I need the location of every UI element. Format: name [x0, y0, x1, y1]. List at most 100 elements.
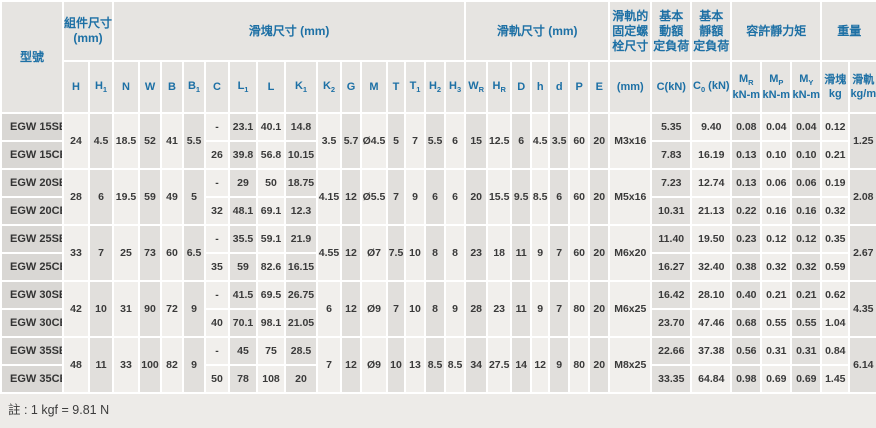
- cell-block_kg: 0.62: [821, 281, 849, 309]
- cell-d: 3.5: [549, 113, 569, 169]
- cell-L: 75: [257, 337, 285, 365]
- cell-P: 60: [569, 113, 589, 169]
- cell-MR: 0.13: [731, 169, 761, 197]
- cell-MY: 0.69: [791, 365, 821, 393]
- cell-W: 90: [139, 281, 161, 337]
- cell-H2: 8: [425, 281, 445, 337]
- table-row: EGW 15SB244.518.552415.5-23.140.114.83.5…: [1, 113, 876, 141]
- cell-MP: 0.06: [761, 169, 791, 197]
- cell-L: 69.5: [257, 281, 285, 309]
- model-cell: EGW 30CB: [1, 309, 63, 337]
- cell-MR: 0.68: [731, 309, 761, 337]
- cell-Cdyn: 23.70: [651, 309, 691, 337]
- cell-C: -: [205, 169, 229, 197]
- col-group-0: 組件尺寸 (mm): [63, 1, 113, 61]
- cell-P: 60: [569, 225, 589, 281]
- model-cell: EGW 20SB: [1, 169, 63, 197]
- col-header-MR: MRkN-m: [731, 61, 761, 113]
- cell-W: 100: [139, 337, 161, 393]
- cell-Cdyn: 33.35: [651, 365, 691, 393]
- cell-K1: 12.3: [285, 197, 317, 225]
- cell-H3: 6: [445, 169, 465, 225]
- cell-M: Ø5.5: [361, 169, 387, 225]
- cell-E: 20: [589, 113, 609, 169]
- cell-L1: 70.1: [229, 309, 257, 337]
- cell-N: 33: [113, 337, 139, 393]
- col-group-5: 基本 靜額 定負荷: [691, 1, 731, 61]
- cell-MR: 0.22: [731, 197, 761, 225]
- cell-T: 10: [387, 337, 405, 393]
- cell-rail_kg: 2.67: [849, 225, 876, 281]
- col-group-7: 重量: [821, 1, 876, 61]
- cell-MY: 0.31: [791, 337, 821, 365]
- cell-T1: 10: [405, 225, 425, 281]
- col-header-h: h: [531, 61, 549, 113]
- cell-N: 31: [113, 281, 139, 337]
- cell-G: 12: [341, 281, 361, 337]
- cell-MY: 0.55: [791, 309, 821, 337]
- cell-E: 20: [589, 337, 609, 393]
- cell-L: 56.8: [257, 141, 285, 169]
- cell-K1: 26.75: [285, 281, 317, 309]
- cell-T: 7.5: [387, 225, 405, 281]
- model-cell: EGW 30SB: [1, 281, 63, 309]
- cell-H2: 8.5: [425, 337, 445, 393]
- cell-MR: 0.23: [731, 225, 761, 253]
- cell-bolt: M6x20: [609, 225, 651, 281]
- cell-T1: 7: [405, 113, 425, 169]
- cell-MR: 0.98: [731, 365, 761, 393]
- col-header-G: G: [341, 61, 361, 113]
- cell-C0: 9.40: [691, 113, 731, 141]
- cell-H2: 5.5: [425, 113, 445, 169]
- cell-C0: 32.40: [691, 253, 731, 281]
- col-header-B: B: [161, 61, 183, 113]
- cell-K1: 21.9: [285, 225, 317, 253]
- cell-C: -: [205, 113, 229, 141]
- col-header-P: P: [569, 61, 589, 113]
- cell-block_kg: 0.59: [821, 253, 849, 281]
- cell-bolt: M5x16: [609, 169, 651, 225]
- cell-K1: 10.15: [285, 141, 317, 169]
- col-header-T1: T1: [405, 61, 425, 113]
- cell-H1: 7: [89, 225, 113, 281]
- cell-K1: 14.8: [285, 113, 317, 141]
- cell-block_kg: 0.19: [821, 169, 849, 197]
- cell-MY: 0.12: [791, 225, 821, 253]
- cell-MY: 0.16: [791, 197, 821, 225]
- cell-rail_kg: 6.14: [849, 337, 876, 393]
- cell-G: 12: [341, 225, 361, 281]
- cell-M: Ø9: [361, 337, 387, 393]
- cell-N: 18.5: [113, 113, 139, 169]
- cell-D: 6: [511, 113, 531, 169]
- cell-MP: 0.10: [761, 141, 791, 169]
- cell-K1: 16.15: [285, 253, 317, 281]
- cell-bolt: M6x25: [609, 281, 651, 337]
- cell-H: 33: [63, 225, 89, 281]
- col-header-K2: K2: [317, 61, 341, 113]
- col-header-WR: WR: [465, 61, 487, 113]
- cell-W: 59: [139, 169, 161, 225]
- table-row: EGW 25SB3372573606.5-35.559.121.94.5512Ø…: [1, 225, 876, 253]
- cell-MP: 0.21: [761, 281, 791, 309]
- cell-MR: 0.08: [731, 113, 761, 141]
- cell-h: 9: [531, 281, 549, 337]
- cell-Cdyn: 16.42: [651, 281, 691, 309]
- col-group-2: 滑軌尺寸 (mm): [465, 1, 609, 61]
- col-header-H1: H1: [89, 61, 113, 113]
- cell-T: 7: [387, 281, 405, 337]
- cell-C: 35: [205, 253, 229, 281]
- cell-K1: 28.5: [285, 337, 317, 365]
- cell-C: -: [205, 281, 229, 309]
- cell-HR: 27.5: [487, 337, 511, 393]
- cell-L1: 78: [229, 365, 257, 393]
- col-header-HR: HR: [487, 61, 511, 113]
- cell-C0: 21.13: [691, 197, 731, 225]
- cell-MP: 0.12: [761, 225, 791, 253]
- col-header-C: C: [205, 61, 229, 113]
- table-row: EGW 20SB28619.559495-295018.754.1512Ø5.5…: [1, 169, 876, 197]
- cell-MY: 0.21: [791, 281, 821, 309]
- cell-H2: 8: [425, 225, 445, 281]
- cell-P: 60: [569, 169, 589, 225]
- cell-G: 12: [341, 169, 361, 225]
- cell-L1: 45: [229, 337, 257, 365]
